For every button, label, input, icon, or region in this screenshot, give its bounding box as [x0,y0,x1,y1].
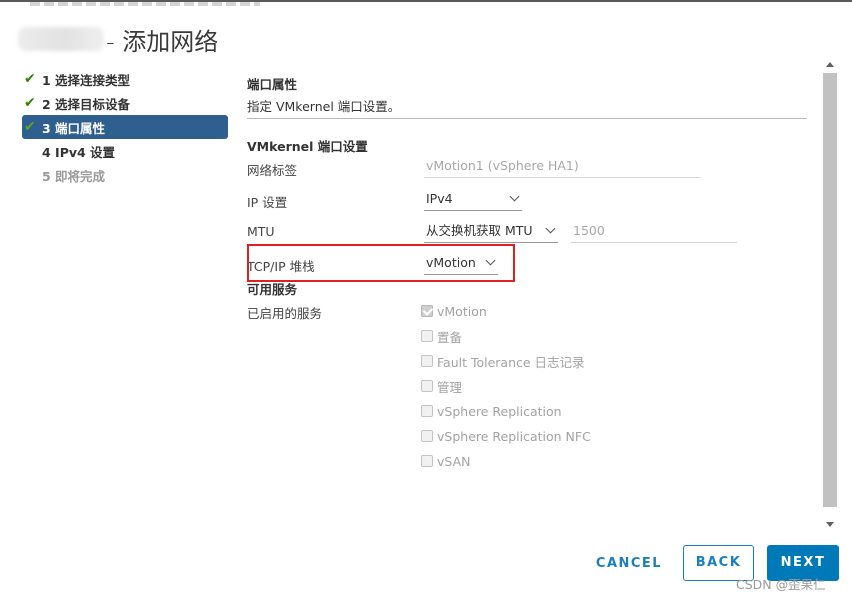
ip-settings-value: IPv4 [426,191,453,206]
top-cropped-text [30,2,260,6]
service-vsphere-replication-nfc-checkbox[interactable]: vSphere Replication NFC [421,427,591,445]
checkbox-icon [421,455,433,467]
chevron-down-icon [545,223,556,234]
step-ready-to-complete: 5 即将完成 [22,163,230,187]
step-label: 5 即将完成 [42,168,106,184]
mtu-mode-value: 从交换机获取 MTU [426,223,533,238]
service-label: 置备 [437,329,463,345]
section-description: 指定 VMkernel 端口设置。 [247,99,401,114]
checkbox-icon [421,330,433,342]
checkbox-icon [421,380,433,392]
service-provisioning-checkbox[interactable]: 置备 [421,327,462,345]
step-ipv4-settings[interactable]: 4 IPv4 设置 [22,139,230,163]
divider [247,118,807,119]
service-label: vSphere Replication [437,403,562,419]
service-label: vMotion [437,303,487,319]
scrollbar-thumb[interactable] [823,73,837,507]
step-select-target-device[interactable]: ✔ 2 选择目标设备 [22,91,230,115]
step-label: 3 端口属性 [42,120,106,136]
step-port-properties[interactable]: ✔ 3 端口属性 [22,115,228,139]
enabled-services-label: 已启用的服务 [247,306,323,321]
host-name-blurred [18,27,104,51]
dialog-title: - 添加网络 [18,22,218,56]
checkbox-icon [421,430,433,442]
mtu-value-field[interactable]: 1500 [571,221,737,243]
mtu-mode-select[interactable]: 从交换机获取 MTU [424,221,558,243]
service-fault-tolerance-checkbox[interactable]: Fault Tolerance 日志记录 [421,352,585,370]
ip-settings-select[interactable]: IPv4 [424,189,522,211]
checkbox-icon [421,355,433,367]
highlight-box [247,244,515,282]
dialog-title-text: - 添加网络 [106,27,219,56]
wizard-steps: ✔ 1 选择连接类型 ✔ 2 选择目标设备 ✔ 3 端口属性 4 IPv4 设置… [22,67,230,187]
checkbox-checked-icon [421,305,433,317]
cancel-button[interactable]: CANCEL [590,548,668,580]
check-icon: ✔ [24,95,36,111]
content-panel: 端口属性 指定 VMkernel 端口设置。 VMkernel 端口设置 网络标… [247,60,809,538]
vertical-scrollbar[interactable] [820,57,840,532]
check-icon: ✔ [24,119,36,135]
service-vsphere-replication-checkbox[interactable]: vSphere Replication [421,402,562,420]
scroll-down-arrow-icon[interactable] [824,518,836,530]
scroll-up-arrow-icon[interactable] [824,59,836,71]
service-label: Fault Tolerance 日志记录 [437,354,585,370]
checkbox-icon [421,405,433,417]
step-label: 1 选择连接类型 [42,72,131,88]
mtu-label: MTU [247,224,275,239]
step-label: 2 选择目标设备 [42,96,131,112]
service-vmotion-checkbox[interactable]: vMotion [421,302,487,320]
service-label: vSAN [437,453,471,469]
ip-settings-label: IP 设置 [247,195,288,210]
network-label-label: 网络标签 [247,163,298,178]
service-label: 管理 [437,379,463,395]
network-label-field[interactable]: vMotion1 (vSphere HA1) [424,156,700,178]
step-label: 4 IPv4 设置 [42,144,116,160]
check-icon: ✔ [24,71,36,87]
step-select-connection-type[interactable]: ✔ 1 选择连接类型 [22,67,230,91]
service-vsan-checkbox[interactable]: vSAN [421,452,470,470]
section-title: 端口属性 [247,77,298,92]
settings-title: VMkernel 端口设置 [247,139,368,154]
watermark: CSDN @歪果仁 [736,577,826,592]
service-label: vSphere Replication NFC [437,428,591,444]
service-management-checkbox[interactable]: 管理 [421,377,462,395]
chevron-down-icon [509,191,520,202]
